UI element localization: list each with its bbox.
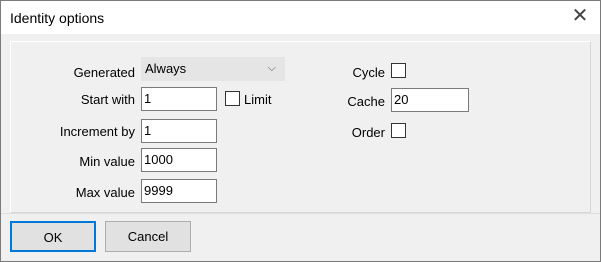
cache-label: Cache [347,94,385,109]
ok-button[interactable]: OK [10,221,96,252]
generated-select[interactable]: Always ⌵ [141,57,285,81]
min-value-value: 1000 [144,152,173,167]
increment-by-value: 1 [144,123,152,138]
cycle-checkbox[interactable] [391,63,406,78]
close-icon[interactable]: ✕ [568,4,592,28]
limit-label: Limit [244,92,272,107]
start-with-label: Start with [80,92,135,107]
start-with-value: 1 [144,91,152,106]
limit-checkbox[interactable] [225,91,240,106]
order-checkbox[interactable] [391,123,406,138]
order-label: Order [351,125,385,140]
generated-value: Always [145,61,187,76]
generated-label: Generated [73,65,135,80]
cache-input[interactable]: 20 [391,88,469,112]
min-value-input[interactable]: 1000 [141,148,217,172]
title-bar: Identity options ✕ [1,1,600,34]
min-value-label: Min value [79,154,135,169]
chevron-down-icon: ⌵ [267,62,276,74]
max-value-value: 9999 [144,183,173,198]
cycle-label: Cycle [352,65,385,80]
divider [1,213,600,214]
increment-by-input[interactable]: 1 [141,119,217,143]
max-value-input[interactable]: 9999 [141,179,217,203]
identity-options-dialog: Identity options ✕ Generated Always ⌵ St… [0,0,601,262]
increment-by-label: Increment by [59,124,135,139]
cancel-button[interactable]: Cancel [105,221,191,252]
cache-value: 20 [394,92,409,107]
dialog-title: Identity options [10,10,105,26]
start-with-input[interactable]: 1 [141,87,217,111]
max-value-label: Max value [75,185,135,200]
